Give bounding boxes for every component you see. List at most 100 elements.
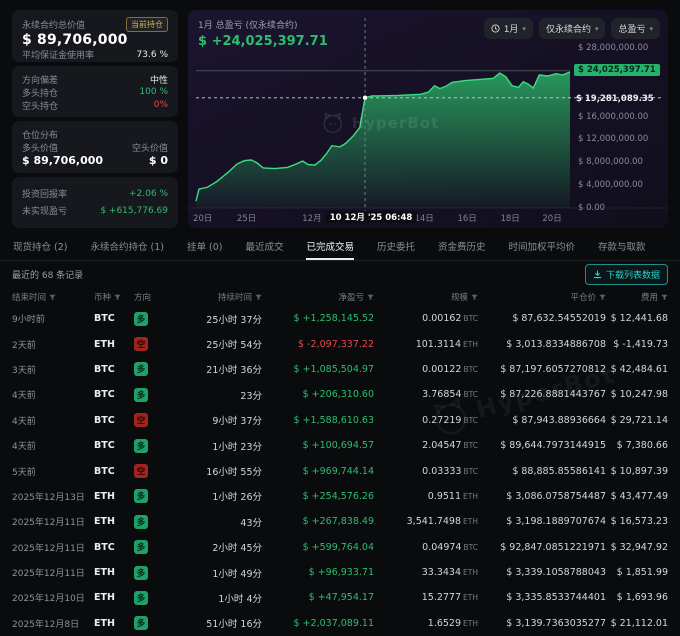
tab-1[interactable]: 永续合约持仓 (1) (90, 234, 163, 260)
cell-size: 0.27219BTC (374, 415, 478, 426)
cell-size-value: 0.00162 (422, 313, 461, 324)
column-header-7[interactable]: 费用 (606, 291, 668, 303)
tab-6[interactable]: 资金费历史 (438, 234, 486, 260)
cell-coin: BTC (94, 466, 134, 477)
cell-size-value: 0.00122 (422, 364, 461, 375)
cell-side: 多 (134, 591, 170, 605)
column-header-label: 平仓价 (570, 291, 596, 303)
tab-7[interactable]: 时间加权平均价 (509, 234, 576, 260)
column-header-3[interactable]: 持续时间 (170, 291, 262, 303)
table-row-3[interactable]: 4天前BTC多23分$ +206,310.603.76854BTC$ 87,22… (0, 382, 680, 407)
margin-usage-value: 73.6 % (137, 50, 168, 60)
cell-close-price: $ 87,943.88936664 (478, 415, 606, 426)
x-axis-label-7: 20日 (542, 212, 561, 224)
cell-size-unit: ETH (463, 568, 478, 577)
x-axis-label-2: 12月 (302, 212, 321, 224)
column-header-5[interactable]: 规模 (374, 291, 478, 303)
short-value-label: 空头价值 (132, 141, 168, 154)
table-row-8[interactable]: 2025年12月11日ETH多43分$ +267,838.493,541.749… (0, 509, 680, 534)
column-header-1[interactable]: 币种 (94, 291, 134, 303)
cell-end-time: 4天前 (12, 388, 94, 401)
cell-side: 多 (134, 439, 170, 453)
cell-size: 0.9511ETH (374, 491, 478, 502)
cell-net-pnl: $ +969,744.14 (262, 466, 374, 477)
table-row-10[interactable]: 2025年12月11日ETH多1小时 49分$ +96,933.7133.343… (0, 560, 680, 585)
cell-end-time: 2025年12月8日 (12, 617, 94, 630)
app-root: 永续合约总价值 当前持仓 $ 89,706,000 平均保证金使用率 73.6 … (0, 0, 680, 636)
total-value-card: 永续合约总价值 当前持仓 $ 89,706,000 平均保证金使用率 73.6 … (12, 10, 178, 62)
long-side-badge: 多 (134, 439, 148, 453)
download-button-label: 下载列表数据 (606, 268, 660, 281)
cell-close-price: $ 87,226.8881443767 (478, 389, 606, 400)
pnl-chart-panel: 1月 总盈亏 (仅永续合约) $ +24,025,397.71 1月▾仅永续合约… (188, 10, 668, 228)
filter-icon[interactable] (49, 294, 56, 301)
cell-net-pnl: $ +1,085,504.97 (262, 364, 374, 375)
cell-close-price: $ 89,644.7973144915 (478, 440, 606, 451)
tab-0[interactable]: 现货持仓 (2) (13, 234, 67, 260)
long-value: $ 89,706,000 (22, 154, 103, 167)
table-row-1[interactable]: 2天前ETH空25小时 54分$ -2,097,337.22101.3114ET… (0, 331, 680, 356)
cell-size-unit: BTC (463, 314, 478, 323)
y-axis-label-0: $ 28,000,000.00 (578, 43, 648, 53)
cell-size-value: 2.04547 (422, 440, 461, 451)
table-row-11[interactable]: 2025年12月10日ETH多1小时 4分$ +47,954.1715.2777… (0, 585, 680, 610)
filter-icon[interactable] (599, 294, 606, 301)
column-header-0[interactable]: 结束时间 (12, 291, 94, 303)
download-list-button[interactable]: 下载列表数据 (585, 264, 668, 285)
tab-4[interactable]: 已完成交易 (306, 234, 354, 260)
tab-3[interactable]: 最近成交 (245, 234, 283, 260)
chart-control-label: 总盈亏 (618, 22, 645, 35)
tab-8[interactable]: 存款与取款 (598, 234, 646, 260)
current-position-badge: 当前持仓 (126, 17, 168, 32)
cell-end-time: 2025年12月10日 (12, 591, 94, 604)
cell-size-unit: ETH (463, 517, 478, 526)
column-header-6[interactable]: 平仓价 (478, 291, 606, 303)
short-side-badge: 空 (134, 464, 148, 478)
table-row-12[interactable]: 2025年12月8日ETH多51小时 16分$ +2,037,089.111.6… (0, 611, 680, 636)
short-side-badge: 空 (134, 337, 148, 351)
x-axis-label-0: 20日 (193, 212, 212, 224)
column-header-4[interactable]: 净盈亏 (262, 291, 374, 303)
table-row-0[interactable]: 9小时前BTC多25小时 37分$ +1,258,145.520.00162BT… (0, 306, 680, 331)
cell-duration: 25小时 54分 (170, 337, 262, 351)
cell-size-value: 0.9511 (428, 491, 461, 502)
column-header-label: 持续时间 (218, 291, 252, 303)
tab-5[interactable]: 历史委托 (377, 234, 415, 260)
cell-size-value: 15.2777 (422, 592, 461, 603)
cell-size: 0.00162BTC (374, 313, 478, 324)
table-row-7[interactable]: 2025年12月13日ETH多1小时 26分$ +254,576.260.951… (0, 484, 680, 509)
chart-control-scope-button[interactable]: 仅永续合约▾ (539, 18, 606, 39)
cell-end-time: 4天前 (12, 414, 94, 427)
filter-icon[interactable] (471, 294, 478, 301)
cell-size: 3.76854BTC (374, 389, 478, 400)
filter-icon[interactable] (114, 294, 121, 301)
cell-duration: 1小时 4分 (170, 591, 262, 605)
table-row-6[interactable]: 5天前BTC空16小时 55分$ +969,744.140.03333BTC$ … (0, 458, 680, 483)
short-position-pct: 0% (154, 100, 168, 110)
filter-icon[interactable] (661, 294, 668, 301)
y-axis-label-1: $ 16,000,000.00 (578, 112, 648, 122)
cell-side: 多 (134, 312, 170, 326)
tab-2[interactable]: 挂单 (0) (187, 234, 222, 260)
cell-duration: 2小时 45分 (170, 540, 262, 554)
table-row-9[interactable]: 2025年12月11日BTC多2小时 45分$ +599,764.040.049… (0, 535, 680, 560)
filter-icon[interactable] (367, 294, 374, 301)
cell-duration: 1小时 49分 (170, 566, 262, 580)
cell-end-time: 2天前 (12, 338, 94, 351)
roi-label: 投资回报率 (22, 187, 67, 200)
cell-side: 多 (134, 566, 170, 580)
total-value: $ 89,706,000 (22, 32, 168, 48)
table-row-2[interactable]: 3天前BTC多21小时 36分$ +1,085,504.970.00122BTC… (0, 357, 680, 382)
cell-side: 多 (134, 388, 170, 402)
chart-control-metric-button[interactable]: 总盈亏▾ (611, 18, 660, 39)
cell-coin: ETH (94, 592, 134, 603)
cell-size-unit: BTC (463, 390, 478, 399)
filter-icon[interactable] (255, 294, 262, 301)
cell-net-pnl: $ +2,037,089.11 (262, 618, 374, 629)
cell-fee: $ 42,484.61 (606, 364, 668, 375)
table-row-5[interactable]: 4天前BTC多1小时 23分$ +100,694.572.04547BTC$ 8… (0, 433, 680, 458)
y-axis-label-4: $ 4,000,000.00 (578, 180, 643, 190)
chart-control-period-button[interactable]: 1月▾ (484, 18, 533, 39)
table-row-4[interactable]: 4天前BTC空9小时 37分$ +1,588,610.630.27219BTC$… (0, 408, 680, 433)
chart-control-label: 1月 (504, 22, 519, 35)
